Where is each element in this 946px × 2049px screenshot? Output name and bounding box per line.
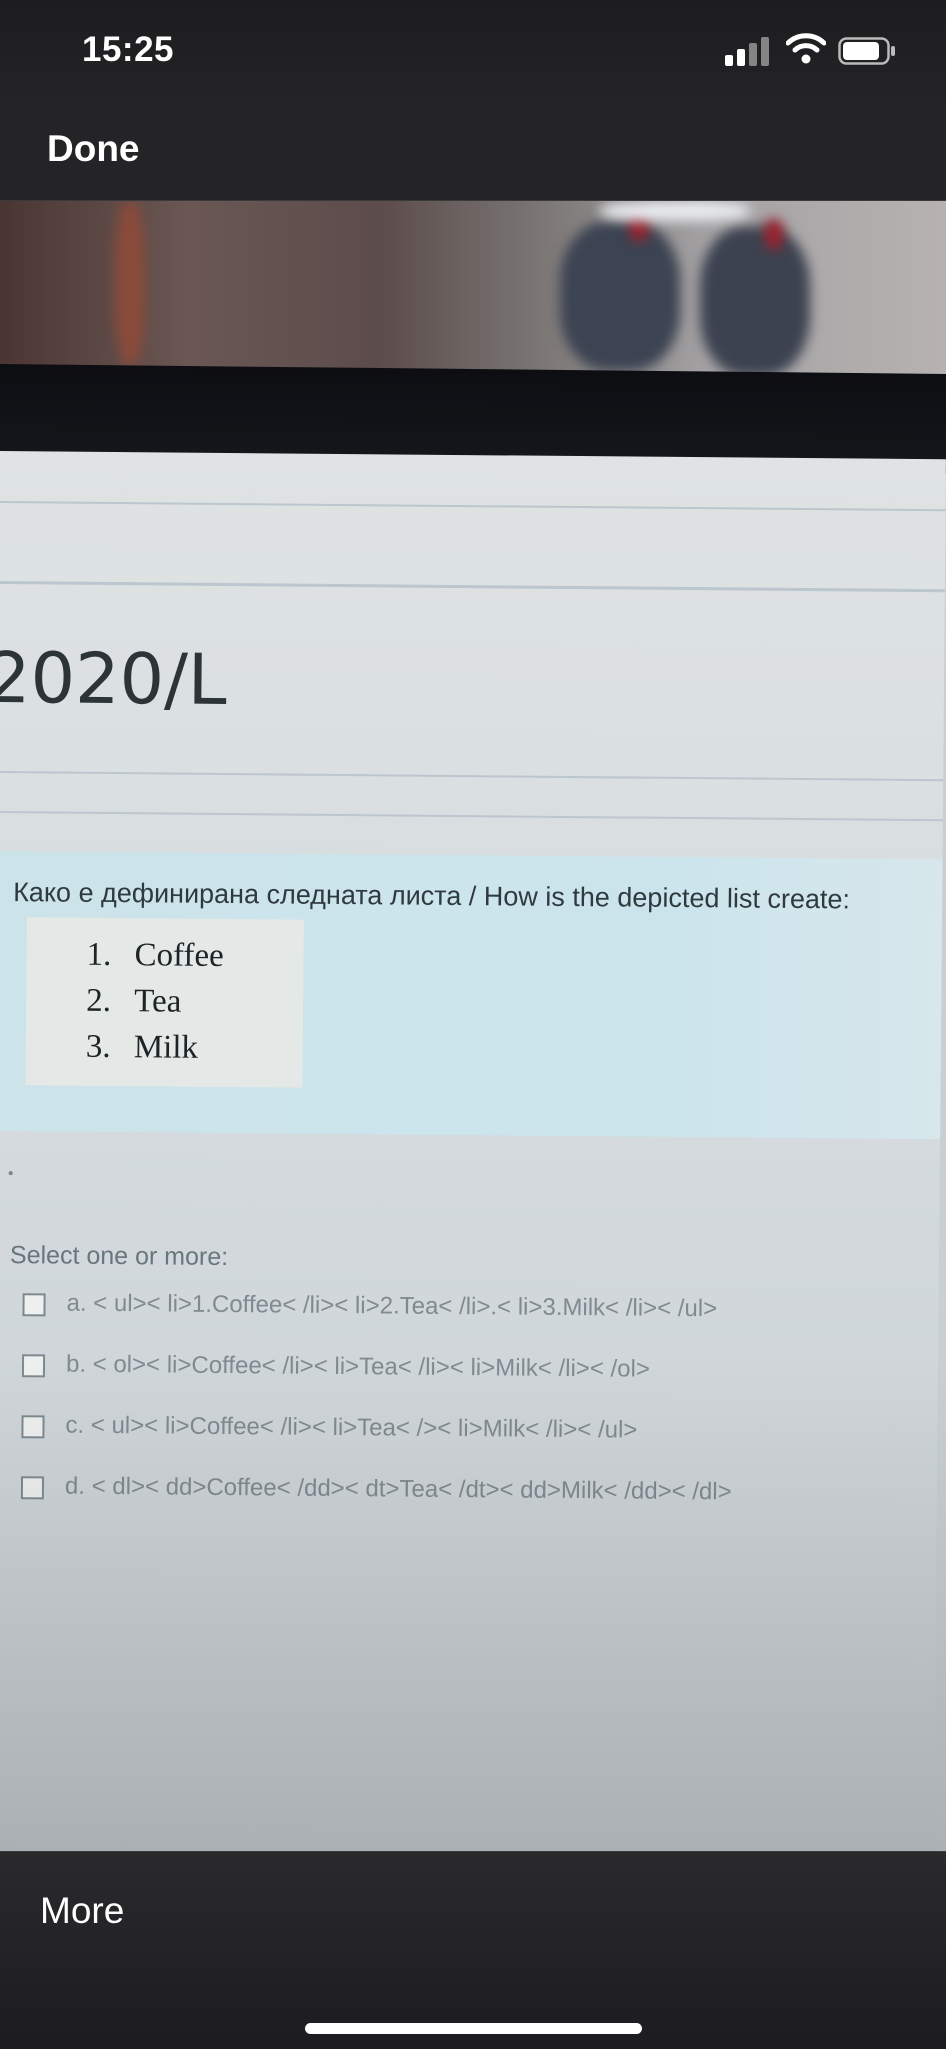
answer-option-c[interactable]: c. < ul>< li>Coffee< /li>< li>Tea< />< l… [21,1411,638,1472]
checkbox[interactable] [22,1293,46,1317]
answer-option-d[interactable]: d. < dl>< dd>Coffee< /dd>< dt>Tea< /dt><… [20,1472,732,1533]
checkbox[interactable] [20,1476,45,1500]
answer-option-b[interactable]: b. < ol>< li>Coffee< /li>< li>Tea< /li><… [21,1350,650,1411]
answer-text: c. < ul>< li>Coffee< /li>< li>Tea< />< l… [65,1411,638,1444]
dot-mark [8,1171,13,1176]
done-button[interactable]: Done [47,128,140,170]
answer-text: d. < dl>< dd>Coffee< /dd>< dt>Tea< /dt><… [64,1472,732,1506]
home-indicator[interactable] [305,2023,642,2034]
answer-list: a. < ul>< li>1.Coffee< /li>< li>2.Tea< /… [20,1289,732,1533]
divider [0,770,944,782]
divider [0,580,945,593]
list-item: 1. Coffee [86,936,224,974]
status-time: 15:25 [82,30,175,69]
course-code: 2020/L [0,636,228,721]
question-box: Како е дефинирана следната листа / How i… [0,850,943,1140]
checkbox[interactable] [21,1354,46,1378]
answer-option-a[interactable]: a. < ul>< li>1.Coffee< /li>< li>2.Tea< /… [22,1289,717,1350]
wifi-icon [786,33,826,64]
checkbox[interactable] [21,1415,45,1439]
divider [0,500,946,512]
battery-icon [838,37,895,65]
signal-icon [725,36,771,66]
nav-bar: Done [0,100,946,201]
laptop-screen: 2020/L Како е дефинирана следната листа … [0,451,946,1851]
status-bar: 15:25 [0,0,946,100]
list-image: 1. Coffee 2. Tea 3. Milk [25,917,304,1088]
select-label: Select one or more: [9,1241,229,1272]
divider [0,810,943,822]
photo-view[interactable]: 2020/L Како е дефинирана следната листа … [0,201,946,1851]
answer-text: b. < ol>< li>Coffee< /li>< li>Tea< /li><… [65,1350,651,1383]
bottom-bar: More [0,1851,946,2049]
more-button[interactable]: More [40,1890,124,1932]
photo-background [0,201,946,386]
list-item: 2. Tea [86,982,182,1020]
depicted-list: 1. Coffee 2. Tea 3. Milk [86,932,224,1071]
answer-text: a. < ul>< li>1.Coffee< /li>< li>2.Tea< /… [66,1289,718,1323]
question-text: Како е дефинирана следната листа / How i… [13,877,851,915]
list-item: 3. Milk [85,1028,199,1066]
